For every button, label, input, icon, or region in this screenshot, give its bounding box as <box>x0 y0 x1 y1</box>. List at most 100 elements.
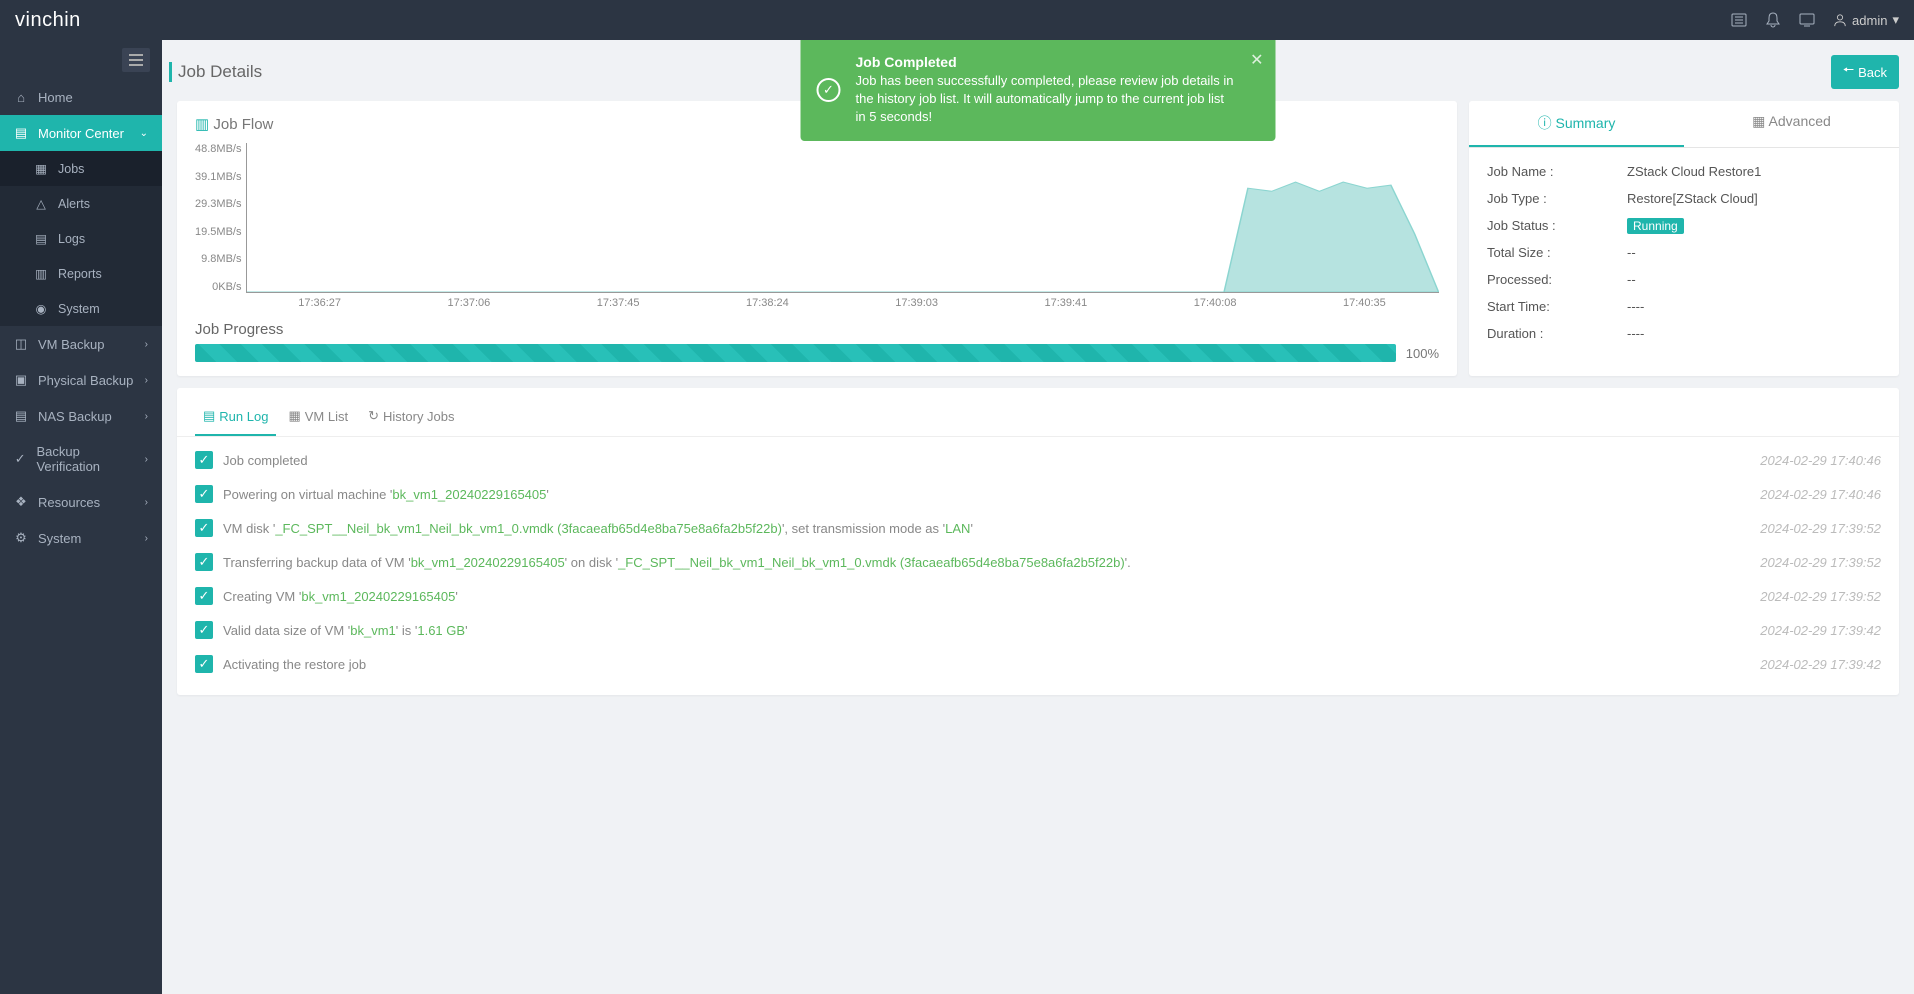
summary-key: Job Name : <box>1487 164 1627 179</box>
physical-icon: ▣ <box>14 372 28 388</box>
sidebar-item-label: Resources <box>38 495 100 510</box>
toast-notification: ✓ ✕ Job Completed Job has been successfu… <box>801 40 1276 141</box>
flow-chart: 48.8MB/s39.1MB/s29.3MB/s19.5MB/s9.8MB/s0… <box>195 143 1439 293</box>
chevron-right-icon: › <box>145 454 148 465</box>
log-message: Creating VM 'bk_vm1_20240229165405' <box>223 589 458 604</box>
log-panel: ▤Run Log ▦VM List ↻History Jobs ✓Job com… <box>177 388 1899 695</box>
sidebar-item-label: VM Backup <box>38 337 104 352</box>
summary-row: Processed:-- <box>1487 266 1881 293</box>
gear-icon: ⚙ <box>14 530 28 546</box>
log-message: VM disk '_FC_SPT__Neil_bk_vm1_Neil_bk_vm… <box>223 521 973 536</box>
log-row: ✓Valid data size of VM 'bk_vm1' is '1.61… <box>177 613 1899 647</box>
user-menu[interactable]: admin ▾ <box>1833 12 1899 28</box>
chevron-right-icon: › <box>145 375 148 386</box>
log-tabs: ▤Run Log ▦VM List ↻History Jobs <box>177 398 1899 437</box>
menu-icon <box>129 54 143 66</box>
page-title: Job Details <box>169 62 262 82</box>
chevron-down-icon: ▾ <box>1892 12 1899 28</box>
bell-icon[interactable] <box>1765 12 1781 28</box>
sidebar-item-system-mon[interactable]: ◉System <box>0 291 162 326</box>
x-tick: 17:40:35 <box>1290 297 1439 309</box>
sidebar-item-resources[interactable]: ❖Resources› <box>0 484 162 520</box>
sidebar-item-label: Logs <box>58 232 85 246</box>
job-flow-panel: ▥ Job Flow 48.8MB/s39.1MB/s29.3MB/s19.5M… <box>177 101 1457 376</box>
system-icon: ◉ <box>34 301 48 316</box>
sidebar-item-nas[interactable]: ▤NAS Backup› <box>0 398 162 434</box>
sidebar-item-physical[interactable]: ▣ Physical Backup › <box>0 362 162 398</box>
summary-value: -- <box>1627 245 1881 260</box>
summary-value: -- <box>1627 272 1881 287</box>
jobs-icon: ▦ <box>34 161 48 176</box>
chart-area-path <box>247 182 1439 292</box>
sidebar-item-alerts[interactable]: △Alerts <box>0 186 162 221</box>
log-timestamp: 2024-02-29 17:40:46 <box>1760 453 1881 468</box>
sidebar-item-reports[interactable]: ▥Reports <box>0 256 162 291</box>
sidebar-item-logs[interactable]: ▤Logs <box>0 221 162 256</box>
sidebar-item-label: Jobs <box>58 162 84 176</box>
log-left: ✓Valid data size of VM 'bk_vm1' is '1.61… <box>195 621 468 639</box>
progress-wrap: 100% <box>195 344 1439 362</box>
sidebar-item-label: Alerts <box>58 197 90 211</box>
grid-icon: ▦ <box>1752 113 1765 129</box>
sidebar-item-label: Home <box>38 90 73 105</box>
check-icon: ✓ <box>195 519 213 537</box>
app-header: vinchin admin ▾ <box>0 0 1914 40</box>
tab-vm-list[interactable]: ▦VM List <box>280 398 356 436</box>
log-message: Job completed <box>223 453 308 468</box>
tab-run-log[interactable]: ▤Run Log <box>195 398 276 436</box>
y-tick: 29.3MB/s <box>195 198 241 210</box>
back-label: Back <box>1858 65 1887 80</box>
log-row: ✓Job completed 2024-02-29 17:40:46 <box>177 443 1899 477</box>
sidebar-item-monitor[interactable]: ▤ Monitor Center ⌄ <box>0 115 162 151</box>
x-tick: 17:38:24 <box>693 297 842 309</box>
vm-icon: ◫ <box>14 336 28 352</box>
doc-icon: ▤ <box>203 408 215 424</box>
sidebar-item-jobs[interactable]: ▦ Jobs <box>0 151 162 186</box>
tab-summary[interactable]: ⓘ Summary <box>1469 101 1684 147</box>
summary-value: Running <box>1627 218 1881 233</box>
tab-advanced[interactable]: ▦ Advanced <box>1684 101 1899 147</box>
progress-value: 100% <box>1406 346 1439 361</box>
log-timestamp: 2024-02-29 17:39:52 <box>1760 589 1881 604</box>
sidebar-item-home[interactable]: ⌂ Home <box>0 80 162 115</box>
sidebar-item-label: Physical Backup <box>38 373 133 388</box>
sidebar-toggle-wrap <box>0 40 162 80</box>
toast-title: Job Completed <box>856 54 1236 70</box>
arrow-left-icon: 🠔 <box>1843 61 1854 83</box>
summary-value: ZStack Cloud Restore1 <box>1627 164 1881 179</box>
sidebar-toggle-button[interactable] <box>122 48 150 72</box>
check-icon: ✓ <box>195 553 213 571</box>
tab-history-jobs[interactable]: ↻History Jobs <box>360 398 462 436</box>
sidebar-item-verification[interactable]: ✓Backup Verification› <box>0 434 162 484</box>
check-icon: ✓ <box>195 485 213 503</box>
chevron-right-icon: › <box>145 339 148 350</box>
log-message: Powering on virtual machine 'bk_vm1_2024… <box>223 487 549 502</box>
log-row: ✓Activating the restore job2024-02-29 17… <box>177 647 1899 681</box>
chevron-right-icon: › <box>145 497 148 508</box>
sidebar: ⌂ Home ▤ Monitor Center ⌄ ▦Jobs △Alerts … <box>0 40 162 994</box>
chevron-right-icon: › <box>145 411 148 422</box>
summary-row: Total Size :-- <box>1487 239 1881 266</box>
home-icon: ⌂ <box>14 90 28 105</box>
header-actions: admin ▾ <box>1731 12 1899 28</box>
sidebar-item-system[interactable]: ⚙System› <box>0 520 162 556</box>
history-icon: ↻ <box>368 408 379 424</box>
list-icon: ▦ <box>288 408 300 424</box>
brand-chin: chin <box>42 9 81 31</box>
log-timestamp: 2024-02-29 17:40:46 <box>1760 487 1881 502</box>
toast-message: Job has been successfully completed, ple… <box>856 72 1236 127</box>
job-progress-title: Job Progress <box>195 321 1439 338</box>
summary-value: ---- <box>1627 326 1881 341</box>
list-icon[interactable] <box>1731 12 1747 28</box>
log-row: ✓Creating VM 'bk_vm1_20240229165405'2024… <box>177 579 1899 613</box>
log-left: ✓Job completed <box>195 451 308 469</box>
sidebar-item-vmbackup[interactable]: ◫ VM Backup › <box>0 326 162 362</box>
summary-tabs: ⓘ Summary ▦ Advanced <box>1469 101 1899 148</box>
chart-svg <box>247 143 1439 292</box>
back-button[interactable]: 🠔 Back <box>1831 55 1899 89</box>
screen-icon[interactable] <box>1799 12 1815 28</box>
close-icon[interactable]: ✕ <box>1250 50 1263 70</box>
log-message: Valid data size of VM 'bk_vm1' is '1.61 … <box>223 623 468 638</box>
y-tick: 19.5MB/s <box>195 226 241 238</box>
log-row: ✓Transferring backup data of VM 'bk_vm1_… <box>177 545 1899 579</box>
